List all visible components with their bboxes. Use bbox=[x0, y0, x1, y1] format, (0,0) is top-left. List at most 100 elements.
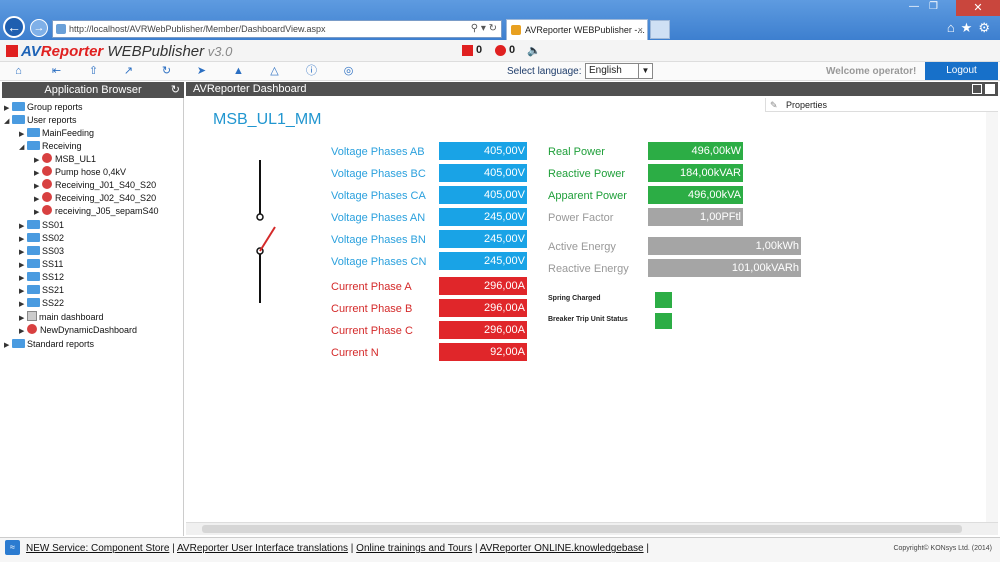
footer-link-trainings[interactable]: Online trainings and Tours bbox=[356, 543, 472, 554]
home-icon[interactable]: ⌂ bbox=[12, 65, 25, 78]
measurement-value: 405,00V bbox=[439, 164, 527, 182]
maximize-panel-icon[interactable] bbox=[985, 84, 995, 94]
expand-icon[interactable]: ▶ bbox=[19, 325, 27, 338]
tree-item[interactable]: ◢ User reports bbox=[4, 114, 77, 127]
language-select[interactable]: English ▼ bbox=[585, 63, 653, 79]
properties-label: Properties bbox=[786, 100, 828, 110]
browser-tab[interactable]: AVReporter WEBPublisher -... × bbox=[506, 19, 648, 40]
dashboard-title: MSB_UL1_MM bbox=[213, 111, 322, 128]
info-icon[interactable]: ⓘ bbox=[305, 65, 318, 78]
horizontal-scrollbar[interactable] bbox=[186, 522, 998, 535]
measurement-label: Current Phase A bbox=[331, 281, 412, 293]
alarm-icon bbox=[462, 44, 473, 56]
globe-icon[interactable]: ◎ bbox=[342, 65, 355, 78]
measurement-value: 184,00kVAR bbox=[648, 164, 743, 182]
dashboard-header: AVReporter Dashboard bbox=[186, 82, 998, 96]
minimize-panel-icon[interactable] bbox=[972, 84, 982, 94]
upload-icon[interactable]: ⇧ bbox=[87, 65, 100, 78]
measurement-value: 245,00V bbox=[439, 252, 527, 270]
chevron-down-icon: ▼ bbox=[638, 64, 652, 78]
search-refresh-icon[interactable]: ⚲ ▾ ↻ bbox=[471, 21, 497, 37]
tree-item-label: Standard reports bbox=[27, 339, 95, 349]
page-icon bbox=[56, 24, 66, 34]
speaker-icon[interactable]: 🔈 bbox=[527, 44, 541, 57]
window-controls-icon[interactable]: —❐ bbox=[909, 1, 948, 12]
tree-item[interactable]: ◢ Receiving bbox=[19, 140, 82, 153]
measurement-label: Reactive Power bbox=[548, 168, 626, 180]
alarm-indicator[interactable]: 0 bbox=[462, 44, 482, 56]
properties-panel[interactable]: ✎ Properties bbox=[765, 98, 998, 112]
breaker-upper-contact bbox=[256, 213, 264, 221]
back-arrow-icon[interactable]: ← bbox=[3, 16, 25, 38]
window-close-icon[interactable]: ✕ bbox=[956, 0, 1000, 16]
tree-item[interactable]: ▶ MainFeeding bbox=[19, 127, 94, 140]
tree-item-label: NewDynamicDashboard bbox=[40, 325, 138, 335]
collapse-icon[interactable]: ◢ bbox=[4, 115, 12, 128]
forward-arrow-icon[interactable]: → bbox=[30, 19, 48, 37]
tree-item-label: MainFeeding bbox=[42, 128, 95, 138]
expand-icon[interactable]: ▶ bbox=[34, 206, 42, 219]
tree-view: ▶ Group reports ◢ User reports ▶ MainFeeding ◢… bbox=[2, 98, 184, 536]
refresh-icon[interactable]: ↻ bbox=[160, 65, 173, 78]
tree-item-label: MSB_UL1 bbox=[55, 154, 97, 164]
address-bar[interactable]: http://localhost/AVRWebPublisher/Member/… bbox=[52, 20, 502, 38]
export-icon[interactable]: ↗ bbox=[122, 65, 135, 78]
tree-item-label: SS11 bbox=[42, 259, 64, 269]
tree-item[interactable]: ▶ SS22 bbox=[19, 297, 64, 310]
measurement-label: Voltage Phases CN bbox=[331, 256, 427, 268]
folder-icon bbox=[27, 246, 40, 255]
tree-item[interactable]: ▶ SS11 bbox=[19, 258, 63, 271]
tree-item-label: SS03 bbox=[42, 246, 65, 256]
tab-favicon-icon bbox=[511, 25, 521, 35]
tree-item[interactable]: ▶ SS03 bbox=[19, 245, 64, 258]
user-icon[interactable]: ▲ bbox=[232, 65, 245, 78]
footer-link-translations[interactable]: AVReporter User Interface translations bbox=[177, 543, 348, 554]
tree-item[interactable]: ▶ SS01 bbox=[19, 219, 64, 232]
back-nav-icon[interactable]: ⇤ bbox=[50, 65, 63, 78]
measurement-label: Reactive Energy bbox=[548, 263, 629, 275]
home-favorites-settings-icon[interactable]: ⌂★⚙ bbox=[947, 20, 996, 36]
tree-item[interactable]: ▶ receiving_J05_sepamS40 bbox=[34, 205, 159, 218]
expand-icon[interactable]: ▶ bbox=[19, 298, 27, 311]
event-indicator[interactable]: 0 bbox=[495, 44, 515, 56]
report-icon bbox=[42, 179, 52, 189]
footer-link-knowledgebase[interactable]: AVReporter ONLINE.knowledgebase bbox=[480, 543, 644, 554]
tree-item-label: SS22 bbox=[42, 298, 65, 308]
logout-button[interactable]: Logout bbox=[925, 62, 998, 80]
tree-item[interactable]: ▶ SS12 bbox=[19, 271, 64, 284]
footer-links: NEW Service: Component Store | AVReporte… bbox=[26, 543, 649, 554]
tree-item[interactable]: ▶ main dashboard bbox=[19, 311, 104, 324]
tree-item[interactable]: ▶ Receiving_J01_S40_S20 bbox=[34, 179, 156, 192]
expand-icon[interactable]: ▶ bbox=[4, 339, 12, 352]
tree-item[interactable]: ▶ Group reports bbox=[4, 101, 83, 114]
application-browser-header: Application Browser ↻ bbox=[2, 82, 184, 98]
breaker-symbol bbox=[256, 160, 276, 303]
tree-item[interactable]: ▶ MSB_UL1 bbox=[34, 153, 96, 166]
measurement-value: 496,00kW bbox=[648, 142, 743, 160]
close-tab-icon[interactable]: × bbox=[638, 20, 643, 40]
tree-item[interactable]: ▶ SS02 bbox=[19, 232, 64, 245]
collapse-icon[interactable]: ◢ bbox=[19, 141, 27, 154]
footer-link-component-store[interactable]: NEW Service: Component Store bbox=[26, 543, 169, 554]
tree-item[interactable]: ▶ Receiving_J02_S40_S20 bbox=[34, 192, 156, 205]
measurement-value: 296,00A bbox=[439, 299, 527, 317]
vertical-scrollbar[interactable] bbox=[986, 112, 998, 522]
tree-item-label: User reports bbox=[27, 115, 77, 125]
tree-item-label: Pump hose 0,4kV bbox=[55, 167, 127, 177]
measurement-value: 496,00kVA bbox=[648, 186, 743, 204]
tree-item-label: Receiving_J01_S40_S20 bbox=[55, 180, 157, 190]
tree-item[interactable]: ▶ NewDynamicDashboard bbox=[19, 324, 137, 337]
rocket-icon[interactable]: ➤ bbox=[195, 65, 208, 78]
rss-icon[interactable]: ≈ bbox=[5, 540, 20, 555]
measurement-value: 405,00V bbox=[439, 186, 527, 204]
report-icon bbox=[42, 153, 52, 163]
tree-item[interactable]: ▶ SS21 bbox=[19, 284, 64, 297]
tree-item[interactable]: ▶ Standard reports bbox=[4, 338, 94, 351]
folder-icon bbox=[27, 128, 40, 137]
tree-item[interactable]: ▶ Pump hose 0,4kV bbox=[34, 166, 126, 179]
refresh-tree-icon[interactable]: ↻ bbox=[171, 82, 180, 98]
warning-icon[interactable]: △ bbox=[268, 65, 281, 78]
scrollbar-thumb[interactable] bbox=[202, 525, 962, 533]
new-tab-button[interactable] bbox=[650, 20, 670, 39]
report-icon bbox=[42, 205, 52, 215]
